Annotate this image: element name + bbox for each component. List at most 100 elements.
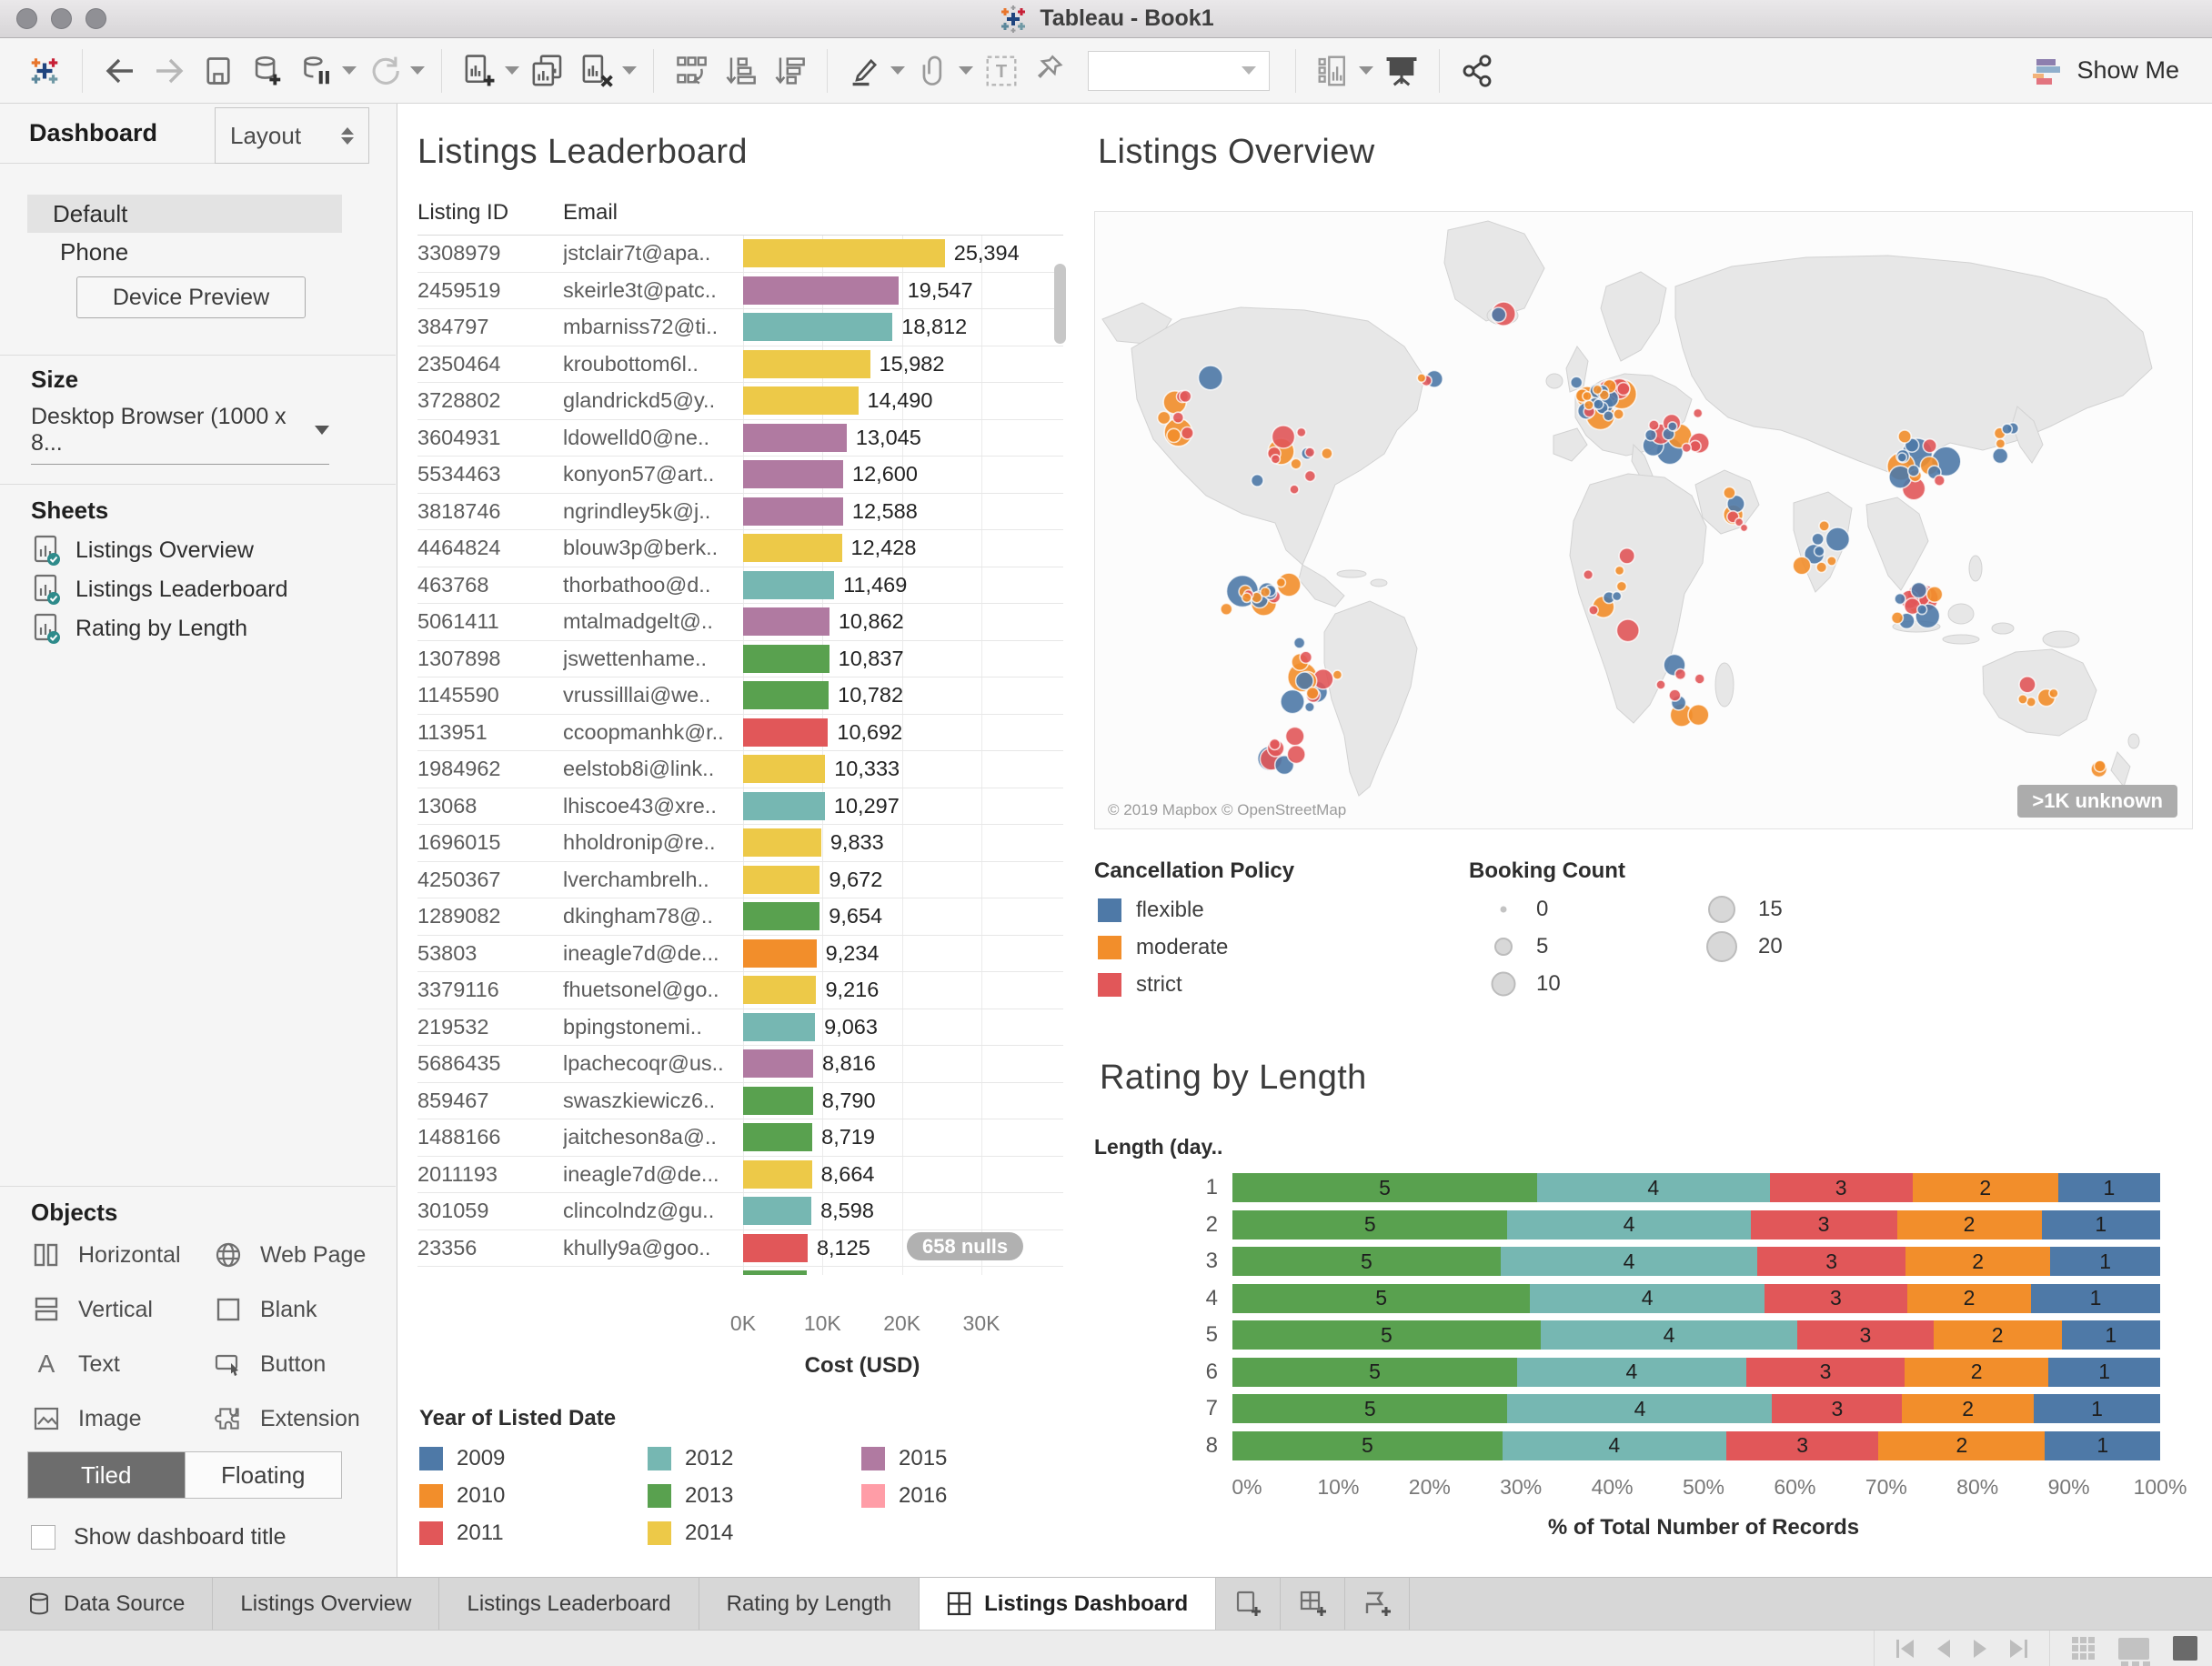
zoom-button[interactable] [85, 8, 106, 29]
object-item-vertical[interactable]: Vertical [31, 1291, 213, 1328]
map-bubble[interactable] [1584, 399, 1594, 411]
sort-descending-icon[interactable] [768, 47, 811, 95]
year-legend-item[interactable]: 2016 [861, 1483, 947, 1509]
map-bubble[interactable] [1286, 744, 1306, 765]
cost-bar[interactable] [743, 1123, 813, 1152]
listing-id-cell[interactable]: 5534463 [417, 462, 563, 487]
cost-bar[interactable] [743, 828, 821, 858]
map-bubble[interactable] [1593, 398, 1604, 410]
clear-sheet-icon[interactable] [575, 47, 618, 95]
cost-bar[interactable] [743, 1233, 808, 1262]
rating-segment[interactable]: 1 [2050, 1247, 2160, 1277]
new-dashboard-tab[interactable] [1281, 1578, 1346, 1630]
email-cell[interactable]: dkingham78@.. [563, 904, 743, 928]
email-cell[interactable]: skeirle3t@patc.. [563, 278, 743, 303]
tab-dashboard[interactable]: Dashboard [0, 104, 215, 164]
listing-id-cell[interactable]: 301059 [417, 1199, 563, 1223]
listing-id-cell[interactable]: 2011193 [417, 1162, 563, 1187]
listing-id-cell[interactable]: 3308979 [417, 241, 563, 266]
cost-bar[interactable] [743, 1049, 813, 1079]
rating-segment[interactable]: 2 [1878, 1430, 2046, 1460]
rating-segment[interactable]: 3 [1764, 1283, 1908, 1313]
map-bubble[interactable] [1813, 545, 1825, 557]
listing-id-cell[interactable]: 3818746 [417, 499, 563, 524]
map-bubble[interactable] [1197, 365, 1224, 391]
map-bubble[interactable] [1616, 381, 1631, 396]
listing-id-cell[interactable]: 1289082 [417, 904, 563, 928]
map-bubble[interactable] [1290, 457, 1302, 470]
listing-id-cell[interactable]: 4464824 [417, 536, 563, 560]
cost-bar[interactable] [743, 239, 945, 268]
sidebar-sheet-item[interactable]: Listings Leaderboard [33, 570, 288, 609]
email-cell[interactable]: jswettenhame.. [563, 647, 743, 671]
rating-segment[interactable]: 4 [1507, 1394, 1773, 1424]
new-worksheet-caret[interactable] [505, 66, 519, 75]
rating-segment[interactable]: 2 [1912, 1173, 2058, 1203]
listing-id-cell[interactable]: 384797 [417, 315, 563, 339]
cost-bar[interactable] [743, 718, 829, 747]
rating-segment[interactable]: 4 [1536, 1173, 1770, 1203]
booking-size-circle[interactable] [1500, 906, 1507, 913]
show-hide-cards-caret[interactable] [1359, 66, 1373, 75]
cost-bar[interactable] [743, 1159, 812, 1189]
cost-bar[interactable] [743, 865, 820, 894]
map-bubble[interactable] [1890, 611, 1905, 625]
map-bubble[interactable] [1906, 464, 1920, 477]
map-bubble[interactable] [1933, 474, 1946, 487]
map-bubble[interactable] [1156, 410, 1171, 426]
presentation-mode-icon[interactable] [1380, 47, 1423, 95]
listing-id-cell[interactable]: 3379116 [417, 978, 563, 1002]
map-bubble[interactable] [1582, 390, 1593, 402]
email-cell[interactable]: mbarniss72@ti.. [563, 315, 743, 339]
cost-bar[interactable] [743, 1012, 816, 1041]
save-icon[interactable] [196, 47, 240, 95]
cost-bar[interactable] [743, 1086, 813, 1115]
map-bubble[interactable] [1910, 581, 1928, 599]
cost-bar[interactable] [743, 681, 830, 710]
map-bubble[interactable] [1268, 738, 1282, 751]
world-map[interactable]: © 2019 Mapbox © OpenStreetMap >1K unknow… [1094, 211, 2193, 829]
map-bubble[interactable] [1915, 604, 1928, 616]
add-data-source-icon[interactable] [246, 47, 289, 95]
rating-segment[interactable]: 3 [1745, 1357, 1905, 1387]
cost-bar[interactable] [743, 386, 859, 416]
tableau-home-icon[interactable] [23, 47, 66, 95]
first-sheet-button[interactable] [1896, 1639, 1914, 1658]
listing-id-cell[interactable]: 3728802 [417, 388, 563, 413]
rating-segment[interactable]: 2 [1907, 1283, 2032, 1313]
year-legend-item[interactable]: 2015 [861, 1446, 947, 1471]
sidebar-sheet-item[interactable]: Rating by Length [33, 609, 247, 648]
column-header-email[interactable]: Email [563, 200, 1063, 226]
tab-listings-dashboard[interactable]: Listings Dashboard [920, 1578, 1217, 1630]
map-bubble[interactable] [1615, 618, 1640, 643]
map-bubble[interactable] [1897, 429, 1912, 444]
listing-id-cell[interactable]: 2459519 [417, 278, 563, 303]
rating-segment[interactable]: 4 [1507, 1209, 1751, 1239]
swap-rows-columns-icon[interactable] [669, 47, 713, 95]
map-bubble[interactable] [1250, 473, 1264, 487]
object-item-text[interactable]: A Text [31, 1346, 213, 1382]
map-bubble[interactable] [1618, 547, 1636, 565]
sheet-sorter-view-icon[interactable] [2118, 1637, 2149, 1666]
map-bubble[interactable] [1681, 442, 1693, 454]
map-bubble[interactable] [1674, 667, 1687, 681]
cost-bar[interactable] [743, 570, 835, 599]
map-bubble[interactable] [1275, 577, 1287, 588]
email-cell[interactable]: fhuetsonel@go.. [563, 978, 743, 1002]
rating-segment[interactable]: 5 [1232, 1173, 1537, 1203]
map-bubble[interactable] [2048, 687, 2059, 699]
tab-listings-overview[interactable]: Listings Overview [213, 1578, 440, 1630]
listing-id-cell[interactable]: 113951 [417, 720, 563, 745]
map-bubble[interactable] [1260, 587, 1272, 598]
last-sheet-button[interactable] [2010, 1639, 2027, 1658]
highlight-caret[interactable] [890, 66, 905, 75]
map-bubble[interactable] [1614, 565, 1625, 577]
listing-id-cell[interactable]: 1488166 [417, 1125, 563, 1149]
map-bubble[interactable] [1896, 452, 1908, 463]
map-bubble[interactable] [1241, 592, 1252, 604]
current-view-mode-icon[interactable] [2173, 1636, 2197, 1661]
rating-segment[interactable]: 5 [1232, 1247, 1501, 1277]
map-bubble[interactable] [1655, 679, 1666, 690]
run-update-caret[interactable] [410, 66, 425, 75]
map-bubble[interactable] [2018, 675, 2036, 694]
